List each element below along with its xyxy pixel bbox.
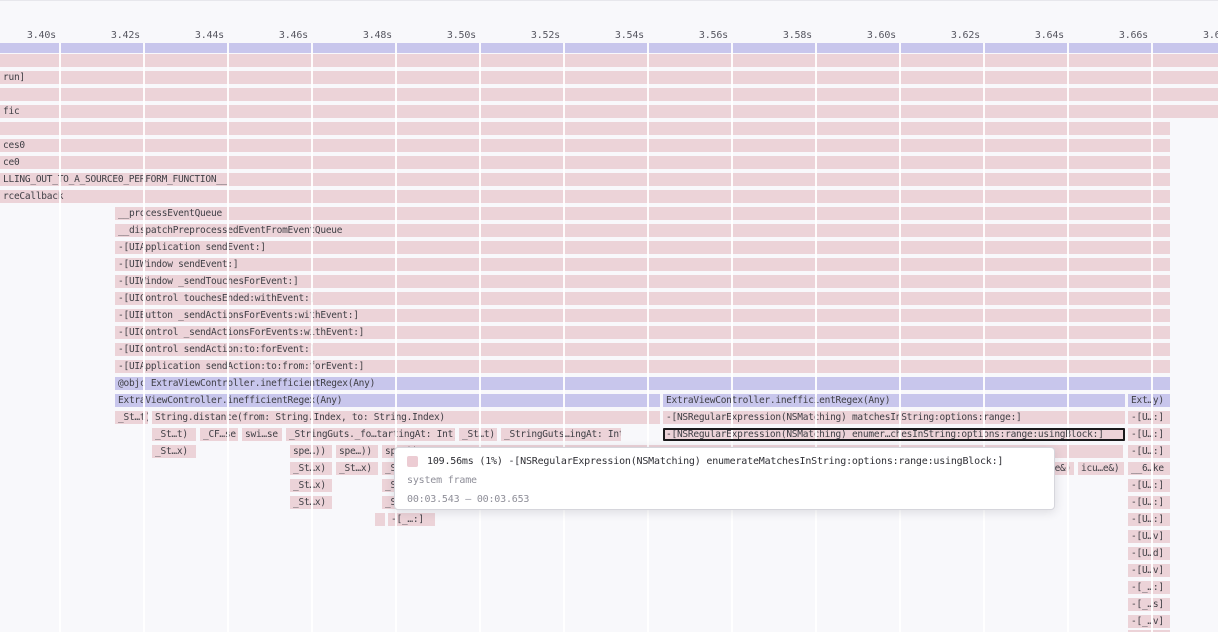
stack-frame[interactable]: icu…e&) <box>1078 462 1124 475</box>
time-tick-label: 3.54s <box>615 30 644 41</box>
time-ruler: 3.40s 3.42s 3.44s 3.46s 3.48s 3.50s 3.52s 3.54s… <box>0 0 1218 43</box>
time-tick-label: 3.42s <box>111 30 140 41</box>
stack-frame[interactable]: -[UIApplication sendEvent:] <box>115 241 1170 254</box>
stack-frame[interactable]: -[UIWindow sendEvent:] <box>115 258 1170 271</box>
stack-frame[interactable]: -[U…d] <box>1128 547 1170 560</box>
stack-frame[interactable]: ExtraViewController.inefficientRegex(Any… <box>115 394 660 407</box>
stack-frame[interactable]: -[U…:] <box>1128 513 1170 526</box>
stack-frame[interactable]: -[UIControl _sendActionsForEvents:withEv… <box>115 326 1170 339</box>
time-tick-label: 3.44s <box>195 30 224 41</box>
stack-frame[interactable]: _St…t) <box>115 411 148 424</box>
stack-frame-selected[interactable]: -[NSRegularExpression(NSMatching) enumer… <box>663 428 1125 441</box>
stack-frame[interactable]: -[U…:] <box>1128 479 1170 492</box>
stack-frame[interactable]: __processEventQueue <box>115 207 1170 220</box>
stack-frame[interactable]: LLING_OUT_TO_A_SOURCE0_PERFORM_FUNCTION_… <box>0 173 1170 186</box>
flame-chart: 3.40s 3.42s 3.44s 3.46s 3.48s 3.50s 3.52s 3.54s… <box>0 0 1218 632</box>
stack-frame[interactable]: swi…se <box>242 428 282 441</box>
stack-frame[interactable]: _StringGuts._fo…tartingAt: Int) <box>286 428 455 441</box>
stack-frame[interactable]: -[U…:] <box>1128 411 1170 424</box>
tooltip-duration-line: 109.56ms (1%) -[NSRegularExpression(NSMa… <box>407 455 1042 467</box>
stack-frame[interactable]: run] <box>0 71 1218 84</box>
stack-frame[interactable]: -[UIControl sendAction:to:forEvent:] <box>115 343 1170 356</box>
time-tick-label: 3.58s <box>783 30 812 41</box>
stack-frame[interactable]: _CF…se <box>200 428 238 441</box>
stack-frame[interactable]: _St…x) <box>290 479 332 492</box>
stack-frame[interactable]: -[NSRegularExpression(NSMatching) matche… <box>663 411 1125 424</box>
stack-frame[interactable]: -[UIApplication sendAction:to:from:forEv… <box>115 360 1170 373</box>
stack-frame[interactable] <box>375 513 385 526</box>
stack-frame[interactable] <box>0 122 1170 135</box>
tooltip-time-range: 00:03.543 — 00:03.653 <box>407 493 1042 505</box>
stack-frame[interactable]: _St…x) <box>152 445 196 458</box>
time-tick-label: 3.46s <box>279 30 308 41</box>
stack-frame[interactable]: -[_…:] <box>388 513 435 526</box>
stack-frame[interactable]: spe…)) <box>336 445 378 458</box>
stack-frame[interactable]: -[U…:] <box>1128 445 1170 458</box>
stack-frame[interactable]: -[UIButton _sendActionsForEvents:withEve… <box>115 309 1170 322</box>
stack-frame[interactable]: rceCallback <box>0 190 1170 203</box>
stack-frame[interactable]: String.distance(from: String.Index, to: … <box>152 411 660 424</box>
stack-frame[interactable] <box>0 88 1218 101</box>
tooltip-duration-text: 109.56ms (1%) -[NSRegularExpression(NSMa… <box>427 456 1003 467</box>
time-tick-label: 3.52s <box>531 30 560 41</box>
stack-frame[interactable]: _St…x) <box>290 462 332 475</box>
time-tick-label: 3.50s <box>447 30 476 41</box>
stack-frame[interactable]: _St…x) <box>290 496 332 509</box>
frame-color-swatch-icon <box>407 456 418 467</box>
time-tick-label: 3.56s <box>699 30 728 41</box>
time-tick-label: 3.6 <box>1203 30 1218 41</box>
stack-frame[interactable]: -[UIWindow _sendTouchesForEvent:] <box>115 275 1170 288</box>
stack-frame[interactable]: _St…t) <box>459 428 497 441</box>
stack-frame[interactable]: ces0 <box>0 139 1170 152</box>
stack-frame[interactable]: Ext…y) <box>1128 394 1170 407</box>
time-tick-label: 3.40s <box>27 30 56 41</box>
stack-frame[interactable]: __6…ke <box>1128 462 1170 475</box>
stack-frame[interactable]: @objc ExtraViewController.inefficientReg… <box>115 377 1170 390</box>
stack-frame[interactable]: -[U…:] <box>1128 496 1170 509</box>
stack-frame[interactable] <box>0 54 1218 67</box>
stack-frame[interactable]: fic <box>0 105 1218 118</box>
stack-frame[interactable]: -[U…v] <box>1128 530 1170 543</box>
stack-frame[interactable]: _St…x) <box>336 462 378 475</box>
stack-frame[interactable]: _St…t) <box>152 428 196 441</box>
time-tick-label: 3.62s <box>951 30 980 41</box>
stack-frame[interactable]: -[UIControl touchesEnded:withEvent:] <box>115 292 1170 305</box>
stack-frame[interactable]: -[_…v] <box>1128 615 1170 628</box>
stack-frame[interactable]: __dispatchPreprocessedEventFromEventQueu… <box>115 224 1170 237</box>
time-tick-label: 3.60s <box>867 30 896 41</box>
stack-frame[interactable]: spe…)) <box>290 445 332 458</box>
stack-frame[interactable]: ce0 <box>0 156 1170 169</box>
stack-frame[interactable] <box>0 43 1218 53</box>
frame-tooltip: 109.56ms (1%) -[NSRegularExpression(NSMa… <box>394 447 1055 510</box>
stack-frame[interactable]: _StringGuts…ingAt: Int) <box>501 428 621 441</box>
stack-frame[interactable]: -[_…s] <box>1128 598 1170 611</box>
time-tick-label: 3.48s <box>363 30 392 41</box>
stack-frame[interactable]: -[_…:] <box>1128 581 1170 594</box>
time-tick-label: 3.66s <box>1119 30 1148 41</box>
stack-frame[interactable]: -[U…:] <box>1128 428 1170 441</box>
time-tick-label: 3.64s <box>1035 30 1064 41</box>
stack-frame[interactable]: ExtraViewController.inefficientRegex(Any… <box>663 394 1125 407</box>
stack-frame[interactable]: -[U…v] <box>1128 564 1170 577</box>
tooltip-frame-type: system frame <box>407 474 1042 486</box>
